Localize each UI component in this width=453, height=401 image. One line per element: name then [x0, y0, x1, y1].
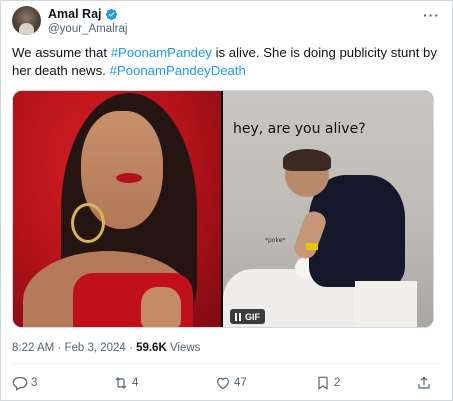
- tweet-time[interactable]: 8:22 AM: [12, 342, 54, 354]
- photo-left-lips: [116, 173, 142, 183]
- like-count: 47: [234, 377, 247, 389]
- more-dots-icon[interactable]: ···: [423, 7, 440, 23]
- gif-man-body: [309, 175, 405, 287]
- bookmark-count: 2: [334, 377, 341, 389]
- photo-left-earring: [71, 203, 105, 243]
- meta-separator: ·: [54, 342, 65, 354]
- gif-caption: hey, are you alive?: [233, 121, 366, 137]
- tweet-header: Amal Raj @your_Amalraj ···: [12, 6, 442, 36]
- repost-icon: [115, 377, 127, 389]
- bookmark-icon: [318, 376, 328, 390]
- gif-label: GIF: [245, 311, 260, 322]
- author-name[interactable]: Amal Raj: [48, 7, 102, 21]
- avatar[interactable]: [12, 6, 41, 35]
- views-count: 59.6K: [136, 342, 167, 354]
- gif-badge[interactable]: GIF: [230, 309, 265, 324]
- gif-man-pants: [355, 281, 417, 327]
- meta-separator: ·: [125, 342, 137, 354]
- share-icon: [418, 376, 430, 389]
- media-grid: hey, are you alive? *poke* GIF: [12, 90, 434, 328]
- like-button[interactable]: 47: [215, 375, 247, 391]
- gif-poke-text: *poke*: [265, 237, 286, 244]
- tweet-date[interactable]: Feb 3, 2024: [64, 342, 125, 354]
- pause-icon[interactable]: [235, 312, 241, 321]
- share-button[interactable]: [416, 375, 432, 391]
- gif-man-hair: [283, 149, 331, 171]
- views-label: Views: [166, 342, 201, 354]
- reply-button[interactable]: 3: [12, 375, 37, 391]
- gif-right[interactable]: hey, are you alive? *poke* GIF: [223, 91, 433, 327]
- hashtag-poonampandeydeath[interactable]: #PoonamPandeyDeath: [110, 63, 246, 78]
- action-bar: 3 4 47 2: [12, 375, 442, 395]
- gif-wristband: [306, 243, 318, 250]
- tweet-meta: 8:22 AM · Feb 3, 2024 · 59.6K Views: [12, 342, 200, 354]
- reply-icon: [12, 377, 28, 391]
- bookmark-button[interactable]: 2: [315, 375, 340, 391]
- tweet-text: We assume that #PoonamPandey is alive. S…: [12, 44, 442, 80]
- tweet-card: Amal Raj @your_Amalraj ··· We assume tha…: [0, 0, 453, 401]
- repost-count: 4: [132, 377, 139, 389]
- author-name-row: Amal Raj: [48, 7, 118, 21]
- photo-left[interactable]: [13, 91, 221, 327]
- author-handle[interactable]: @your_Amalraj: [48, 23, 127, 35]
- tweet-text-part: We assume that: [12, 45, 111, 60]
- photo-left-hand: [141, 287, 181, 327]
- verified-badge-icon: [105, 8, 117, 20]
- reply-count: 3: [31, 377, 38, 389]
- divider: [12, 363, 442, 364]
- repost-button[interactable]: 4: [113, 375, 138, 391]
- heart-icon: [217, 377, 229, 390]
- hashtag-poonampandey[interactable]: #PoonamPandey: [111, 45, 212, 60]
